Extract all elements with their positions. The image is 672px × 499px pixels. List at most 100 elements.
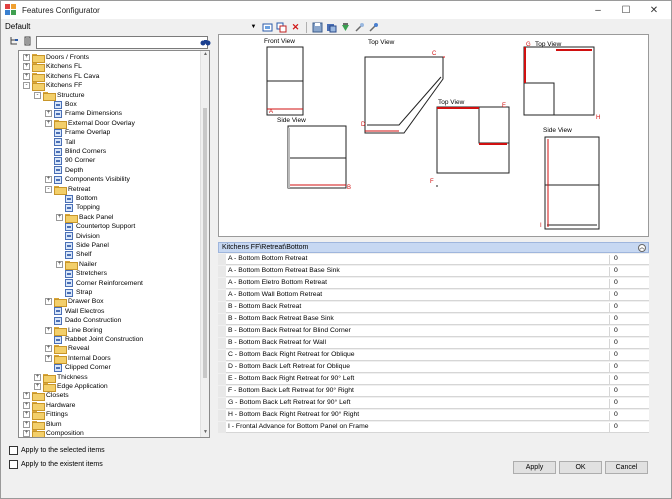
- property-row[interactable]: B - Bottom Back Retreat for Blind Corner…: [218, 326, 649, 337]
- property-row[interactable]: E - Bottom Back Right Retreat for 90° Le…: [218, 374, 649, 385]
- property-value-input[interactable]: 0: [609, 315, 649, 325]
- apply-existent-option[interactable]: Apply to the existent items: [9, 460, 103, 469]
- property-row[interactable]: H - Bottom Back Right Retreat for 90° Ri…: [218, 410, 649, 421]
- cancel-button[interactable]: Cancel: [605, 461, 648, 474]
- property-value-input[interactable]: 0: [609, 291, 649, 301]
- tree-item[interactable]: Shelf: [56, 250, 92, 259]
- expand-node-icon[interactable]: +: [34, 373, 41, 381]
- property-value-input[interactable]: 0: [609, 279, 649, 289]
- property-value-input[interactable]: 0: [609, 423, 649, 433]
- expand-node-icon[interactable]: +: [23, 420, 30, 428]
- save-icon[interactable]: [312, 22, 323, 33]
- tree-expand-icon[interactable]: [9, 36, 19, 48]
- apply-selected-option[interactable]: Apply to the selected items: [9, 446, 105, 455]
- copy-icon[interactable]: [276, 22, 287, 33]
- tree-item[interactable]: - Retreat: [45, 185, 90, 195]
- property-row[interactable]: B - Bottom Back Retreat 0: [218, 302, 649, 313]
- tree-item[interactable]: Rabbet Joint Construction: [45, 335, 143, 344]
- expand-node-icon[interactable]: +: [23, 392, 30, 400]
- collapse-node-icon[interactable]: -: [23, 82, 30, 90]
- tree-item[interactable]: + Kitchens FL Cava: [23, 72, 99, 82]
- dropdown-arrow-icon[interactable]: ▼: [248, 22, 259, 33]
- expand-node-icon[interactable]: +: [23, 411, 30, 419]
- tree-item[interactable]: Topping: [56, 203, 100, 212]
- expand-node-icon[interactable]: +: [45, 326, 52, 334]
- property-value-input[interactable]: 0: [609, 375, 649, 385]
- ok-button[interactable]: OK: [559, 461, 602, 474]
- export-icon[interactable]: [326, 22, 337, 33]
- tool-icon[interactable]: [354, 22, 365, 33]
- tree-item[interactable]: + External Door Overlay: [45, 119, 135, 129]
- tree-item[interactable]: + Hardware: [23, 401, 75, 411]
- import-icon[interactable]: [340, 22, 351, 33]
- property-value-input[interactable]: 0: [609, 387, 649, 397]
- expand-node-icon[interactable]: +: [45, 345, 52, 353]
- property-row[interactable]: A - Bottom Eletro Bottom Retreat 0: [218, 278, 649, 289]
- tree-item[interactable]: + Edge Application: [34, 382, 108, 392]
- property-value-input[interactable]: 0: [609, 267, 649, 277]
- expand-node-icon[interactable]: +: [23, 63, 30, 71]
- maximize-button[interactable]: ☐: [612, 1, 640, 19]
- collapse-node-icon[interactable]: -: [45, 185, 52, 193]
- tree-item[interactable]: Depth: [45, 166, 83, 175]
- tree-item[interactable]: + Kitchens FL: [23, 62, 82, 73]
- tree-item[interactable]: Box: [45, 100, 77, 109]
- apply-existent-checkbox[interactable]: [9, 460, 18, 469]
- property-value-input[interactable]: 0: [609, 327, 649, 337]
- tree-item[interactable]: + Reveal: [45, 344, 89, 355]
- apply-selected-checkbox[interactable]: [9, 446, 18, 455]
- tree-item[interactable]: + Nailer: [56, 260, 97, 270]
- scroll-up-icon[interactable]: ▲: [201, 51, 209, 59]
- minimize-button[interactable]: –: [584, 1, 612, 19]
- tree-item[interactable]: - Kitchens FF: [23, 81, 82, 92]
- property-row[interactable]: G - Bottom Back Left Retreat for 90° Lef…: [218, 398, 649, 409]
- tree-item[interactable]: + Doors / Fronts: [23, 53, 89, 63]
- tree-item[interactable]: + Line Boring: [45, 326, 102, 336]
- tree-item[interactable]: + Drawer Box: [45, 297, 104, 308]
- property-row[interactable]: A - Bottom Bottom Retreat Base Sink 0: [218, 266, 649, 277]
- expand-node-icon[interactable]: +: [34, 383, 41, 390]
- tree-item[interactable]: + Composition: [23, 429, 84, 437]
- property-row[interactable]: B - Bottom Back Retreat for Wall 0: [218, 338, 649, 349]
- tree-item[interactable]: Stretchers: [56, 269, 107, 278]
- apply-button[interactable]: Apply: [513, 461, 556, 474]
- property-value-input[interactable]: 0: [609, 399, 649, 409]
- filter-icon[interactable]: [368, 22, 379, 33]
- tree-item[interactable]: Countertop Support: [56, 222, 135, 231]
- property-row[interactable]: B - Bottom Back Retreat Base Sink 0: [218, 314, 649, 325]
- tree-item[interactable]: + Fittings: [23, 410, 68, 421]
- collapse-node-icon[interactable]: -: [34, 91, 41, 99]
- tree-search-input[interactable]: [36, 36, 208, 49]
- tree-item[interactable]: + Thickness: [34, 373, 88, 383]
- expand-node-icon[interactable]: +: [23, 401, 30, 409]
- scrollbar-thumb[interactable]: [203, 108, 207, 378]
- tree-item[interactable]: Wall Electros: [45, 307, 104, 316]
- tree-item[interactable]: Bottom: [56, 194, 98, 203]
- tree-scrollbar[interactable]: ▲ ▼: [200, 51, 209, 437]
- property-value-input[interactable]: 0: [609, 339, 649, 349]
- expand-node-icon[interactable]: +: [56, 260, 63, 268]
- property-value-input[interactable]: 0: [609, 303, 649, 313]
- property-row[interactable]: F - Bottom Back Left Retreat for 90° Rig…: [218, 386, 649, 397]
- tree-item[interactable]: Strap: [56, 288, 92, 297]
- property-value-input[interactable]: 0: [609, 363, 649, 373]
- property-row[interactable]: A - Bottom Bottom Retreat 0: [218, 254, 649, 265]
- property-row[interactable]: A - Bottom Wall Bottom Retreat 0: [218, 290, 649, 301]
- property-value-input[interactable]: 0: [609, 411, 649, 421]
- tree-item[interactable]: - Structure: [34, 91, 85, 101]
- feature-tree[interactable]: + Doors / Fronts + Kitchens FL + Kitchens FL …: [18, 50, 210, 438]
- expand-node-icon[interactable]: +: [23, 72, 30, 80]
- expand-node-icon[interactable]: +: [23, 430, 30, 437]
- tree-item[interactable]: Blind Corners: [45, 147, 106, 156]
- binoculars-find-icon[interactable]: [200, 38, 211, 49]
- tree-collapse-icon[interactable]: [23, 36, 33, 48]
- tree-item[interactable]: Tall: [45, 138, 75, 147]
- tree-item[interactable]: Corner Reinforcement: [56, 279, 143, 288]
- close-button[interactable]: ✕: [640, 1, 668, 19]
- tree-item[interactable]: Dado Construction: [45, 316, 121, 325]
- property-row[interactable]: C - Bottom Back Right Retreat for Obliqu…: [218, 350, 649, 361]
- new-feature-icon[interactable]: [262, 22, 273, 33]
- tree-item[interactable]: + Frame Dimensions: [45, 109, 122, 118]
- tree-item[interactable]: Side Panel: [56, 241, 109, 250]
- tree-item[interactable]: Division: [56, 232, 100, 241]
